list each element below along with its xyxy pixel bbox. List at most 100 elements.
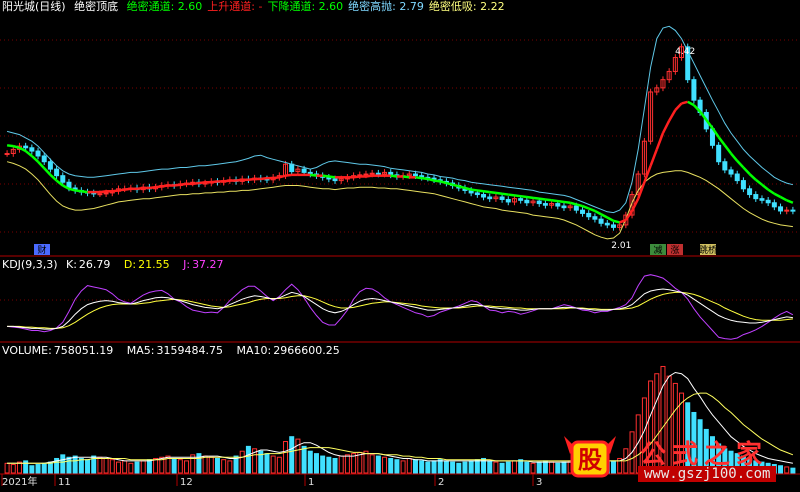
channel-ma-seg-94 [582,204,590,210]
kdj-d-line [7,291,793,329]
volume-bar-73 [456,462,462,474]
kdj-k-label: K: [66,258,77,271]
volume-bar-3 [23,460,29,474]
candle-body-89 [555,203,561,207]
volume-bar-72 [450,461,456,474]
channel-ma-seg-87 [539,197,546,201]
volume-bar-16 [103,457,109,474]
candle-body-81 [505,198,511,203]
candle-body-98 [610,224,616,228]
channel-ma-seg-81 [501,192,509,196]
channel-ma-seg-16 [99,190,107,194]
logo-char: 股 [578,446,602,474]
volume-bar-5 [35,464,41,474]
candle-body-125 [778,206,784,212]
channel-ma-seg-79 [489,190,497,195]
channel-ma-seg-109 [674,102,683,111]
volume-bar-0 [4,462,10,474]
axis-label-1: 11 [58,477,71,488]
ma5-value: 3159484.75 [156,344,223,357]
channel-ma-seg-76 [470,188,478,192]
candle-body-93 [580,209,586,214]
channel-ma-seg-124 [767,188,776,195]
param-0: 绝密通道: 2.60 [126,0,203,13]
channel-ma-seg-85 [526,195,534,200]
volume-bar-70 [437,459,443,474]
volume-bar-79 [493,461,499,474]
volume-bar-42 [264,453,270,474]
volume-bar-58 [363,450,369,474]
channel-ma-seg-96 [594,209,602,216]
candle-body-58 [363,173,369,176]
marker-tiaoqiao: 跳桥 [699,244,717,256]
candle-body-16 [103,192,109,195]
candle-body-78 [487,196,493,200]
channel-ma-seg-98 [606,216,615,222]
candle-body-59 [369,172,375,175]
volume-bar-60 [375,455,381,474]
channel-ma-seg-20 [124,187,132,191]
volume-bar-74 [462,461,468,474]
candle-body-80 [499,196,505,200]
candle-body-83 [518,198,524,201]
channel-ma-seg-117 [723,144,733,155]
candle-body-8 [54,168,60,177]
candle-body-0 [4,153,10,156]
channel-ma-seg-29 [180,182,187,186]
param-4: 绝密低吸: 2.22 [428,0,505,13]
volume-bar-50 [313,453,319,474]
param-1: 上升通道: - [207,0,263,13]
channel-ma-seg-116 [717,136,726,147]
volume-bar-39 [245,445,251,474]
channel-ma-seg-95 [588,207,596,213]
volume-bar-69 [431,460,437,474]
channel-ma-seg-34 [211,180,218,184]
volume-bar-4 [29,465,35,474]
channel-ma-seg-82 [508,193,515,197]
channel-ma-seg-90 [557,199,565,204]
candle-body-5 [35,150,41,157]
axis-label-0: 2021年 [2,475,37,488]
param-3: 绝密高抛: 2.79 [348,0,424,13]
volume-bar-44 [276,456,282,474]
volume-bar-84 [524,461,530,474]
volume-bar-34 [214,457,220,474]
kdj-k-line [7,288,793,330]
candle-body-6 [41,155,47,163]
volume-bar-68 [425,461,431,474]
candle-body-121 [753,194,759,200]
volume-bar-81 [505,461,511,474]
candle-body-53 [332,178,338,182]
channel-ma-seg-70 [433,179,441,183]
candle-body-123 [765,199,771,204]
kdj-d-value: 21.55 [138,258,170,271]
axis-label-3: 1 [308,477,314,488]
logo-icon: 股 [564,436,616,478]
channel-ma-seg-74 [458,185,466,190]
kdj-d-readout: D: 21.55 [124,258,175,271]
volume-bar-88 [549,461,555,474]
kdj-j-label: J: [183,258,191,271]
volume-bar-66 [412,459,418,474]
channel-ma-seg-89 [551,199,558,203]
volume-bar-18 [115,461,121,474]
volume-bar-22 [140,460,146,474]
volume-bar-75 [468,460,474,474]
candle-body-9 [60,175,66,183]
watermark: 股 公式之家 www.gszj100.com [560,432,790,486]
channel-ma-seg-12 [74,189,82,193]
channel-ma-seg-78 [483,190,490,194]
channel-ma-seg-93 [576,203,583,208]
channel-ma-seg-2 [12,144,20,149]
volume-bar-127 [790,467,796,474]
ma5-label: MA5: [126,344,155,357]
channel-ma-seg-50 [310,173,317,177]
volume-bar-82 [511,460,517,474]
channel-ma-seg-107 [661,120,671,134]
channel-ma-seg-57 [353,175,360,179]
candle-body-7 [47,161,53,170]
volume-bar-35 [221,459,227,474]
channel-ma-seg-71 [439,180,447,185]
channel-ma-seg-110 [681,100,689,105]
ma5-readout: MA5: 3159484.75 [127,344,228,357]
